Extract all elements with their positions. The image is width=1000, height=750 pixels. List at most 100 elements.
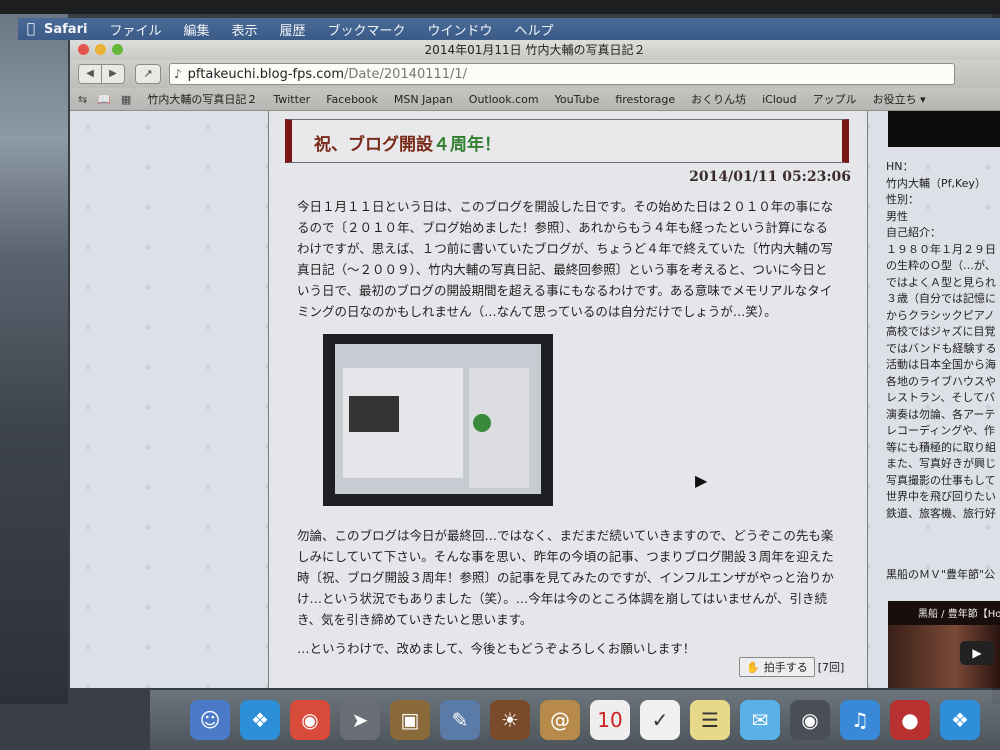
favicon-music-note-icon: ♪ (174, 67, 182, 81)
profile-line: 男性 (886, 209, 908, 223)
profile-line: 等にも積極的に取り組 (886, 440, 996, 454)
bookmark-item[interactable]: iCloud (762, 93, 796, 106)
profile-line: ではよくＡ型と見られ (886, 275, 996, 289)
profile-line: 活動は日本全国から海 (886, 358, 996, 371)
bookmark-folder[interactable]: お役立ち ▾ (873, 91, 926, 107)
profile-line: 演奏は勿論、各アーテ (886, 407, 996, 421)
profile-text: HN： 竹内大輔（Pf,Key） 性別： 男性 自己紹介： １９８０年１月２９日 の生粋のＯ… (886, 159, 1000, 522)
notes-icon[interactable]: ☰ (690, 700, 730, 740)
back-button[interactable]: ◀ (79, 65, 101, 83)
preview-icon[interactable]: ✎ (440, 700, 480, 740)
mouse-pointer-icon: ▶ (695, 471, 708, 490)
bookmark-item[interactable]: MSN Japan (394, 93, 453, 106)
chrome-icon[interactable]: ◉ (290, 700, 330, 740)
profile-sidebar: HN： 竹内大輔（Pf,Key） 性別： 男性 自己紹介： １９８０年１月２９日 の生粋のＯ… (878, 111, 1000, 688)
url-path: /Date/20140111/1/ (344, 66, 468, 82)
finder-icon[interactable]: ☺ (190, 700, 230, 740)
safari-compass-icon[interactable]: ❖ (240, 700, 280, 740)
bookmark-item[interactable]: Facebook (326, 93, 378, 106)
traffic-lights (78, 44, 123, 55)
photo-bezel (0, 0, 1000, 14)
address-bar[interactable]: ♪ pftakeuchi.blog-fps.com/Date/20140111/… (169, 63, 955, 85)
post-title[interactable]: 祝、ブログ開設４周年！ (314, 130, 501, 155)
forward-button[interactable]: ▶ (101, 65, 124, 83)
iphoto-icon[interactable]: ☀ (490, 700, 530, 740)
menu-file[interactable]: ファイル (109, 20, 161, 39)
profile-line: 竹内大輔（Pf,Key） (886, 176, 986, 190)
bookmarks-book-icon[interactable]: 📖 (97, 93, 111, 106)
share-button[interactable]: ↗ (135, 64, 161, 84)
title-bar: 2014年01月11日 竹内大輔の写真日記２ (70, 40, 1000, 60)
url-host: pftakeuchi.blog-fps.com (187, 66, 345, 82)
reading-list-icon[interactable]: ⇆ (78, 93, 87, 106)
post-title-box: 祝、ブログ開設４周年！ (285, 119, 849, 163)
reminders-icon[interactable]: ✓ (640, 700, 680, 740)
profile-line: 高校ではジャズに目覚 (886, 325, 996, 338)
facetime-icon[interactable]: ◉ (790, 700, 830, 740)
photo-browser-icon[interactable]: ▣ (390, 700, 430, 740)
menu-view[interactable]: 表示 (231, 20, 257, 39)
menu-bookmarks[interactable]: ブックマーク (328, 20, 406, 39)
profile-line: 性別： (886, 193, 919, 206)
close-window-button[interactable] (78, 44, 89, 55)
clap-label: 拍手する (763, 661, 808, 674)
calendar-icon[interactable]: 10 (590, 700, 630, 740)
photo-green-circle (473, 414, 491, 432)
menu-bar:  Safari ファイル 編集 表示 履歴 ブックマーク ウインドウ ヘルプ (18, 18, 1000, 40)
bookmarks-bar: ⇆ 📖 ▦ 竹内大輔の写真日記２ Twitter Facebook MSN Ja… (70, 88, 1000, 111)
post-title-main: 祝、ブログ開設 (314, 135, 433, 155)
menu-edit[interactable]: 編集 (183, 20, 209, 39)
background-wall (0, 14, 68, 704)
web-page: 祝、ブログ開設４周年！ 2014/01/11 05:23:06 今日１月１１日と… (70, 111, 1000, 688)
post-paragraph: 勿論、このブログは今日が最終回…ではなく、まだまだ続いていきますので、どうぞこの… (297, 528, 834, 627)
bookmark-item[interactable]: firestorage (615, 93, 675, 106)
post-date: 2014/01/11 05:23:06 (689, 169, 851, 185)
profile-line: 鉄道、旅客機、旅行好 (886, 506, 996, 520)
photo-mini-image (349, 396, 399, 432)
photo-booth-icon[interactable]: ● (890, 700, 930, 740)
window-title: 2014年01月11日 竹内大輔の写真日記２ (424, 43, 646, 57)
top-sites-grid-icon[interactable]: ▦ (121, 93, 131, 106)
profile-line: 世界中を飛び回りたい (886, 490, 996, 503)
itunes-icon[interactable]: ♫ (840, 700, 880, 740)
profile-line: 自己紹介： (886, 226, 941, 239)
profile-line: 各地のライブハウスや (886, 374, 996, 388)
bookmark-item[interactable]: Twitter (273, 93, 310, 106)
clap-button[interactable]: ✋ 拍手する (739, 657, 815, 677)
profile-line: の生粋のＯ型（…が、 (886, 259, 996, 272)
profile-line: ではバンドも経験する (886, 341, 997, 355)
bookmark-item[interactable]: Outlook.com (469, 93, 539, 106)
launchpad-rocket-icon[interactable]: ➤ (340, 700, 380, 740)
menu-safari[interactable]: Safari (44, 22, 87, 37)
messages-icon[interactable]: ✉ (740, 700, 780, 740)
youtube-embed[interactable]: 黒船 / 豊年節【Ho ▶ (888, 601, 1000, 688)
profile-line: ３歳（自分では記憶に (886, 292, 996, 305)
post-photo[interactable] (323, 334, 553, 506)
clap-count: [7回] (817, 661, 845, 674)
apple-menu-icon[interactable]:  (18, 21, 44, 37)
safari-compass-icon[interactable]: ❖ (940, 700, 980, 740)
toolbar: ◀ ▶ ↗ ♪ pftakeuchi.blog-fps.com/Date/201… (70, 60, 1000, 88)
bookmark-item[interactable]: 竹内大輔の写真日記２ (147, 91, 257, 107)
profile-line: レコーディングや、作 (886, 424, 995, 437)
bookmark-item[interactable]: おくりん坊 (691, 91, 746, 107)
blog-post-column: 祝、ブログ開設４周年！ 2014/01/11 05:23:06 今日１月１１日と… (268, 111, 868, 688)
bookmark-tools: ⇆ 📖 ▦ (78, 93, 131, 106)
profile-line: 写真撮影の仕事もして (886, 473, 996, 487)
mv-label: 黒船のＭＶ"豊年節"公 (886, 568, 996, 581)
play-icon[interactable]: ▶ (960, 641, 994, 665)
menu-window[interactable]: ウインドウ (428, 20, 493, 39)
profile-line: １９８０年１月２９日 (886, 242, 996, 256)
address-book-icon[interactable]: @ (540, 700, 580, 740)
menu-history[interactable]: 履歴 (279, 20, 305, 39)
profile-line: また、写真好きが興じ (886, 457, 996, 470)
zoom-window-button[interactable] (112, 44, 123, 55)
clapping-hands-icon: ✋ (746, 661, 760, 674)
menu-help[interactable]: ヘルプ (515, 20, 554, 39)
post-paragraph: …というわけで、改めまして、今後ともどうぞよろしくお願いします！ (297, 641, 696, 656)
bookmark-item[interactable]: アップル (813, 91, 857, 107)
profile-line: レストラン、そしてバ (886, 391, 996, 404)
sidebar-banner (888, 111, 1000, 147)
bookmark-item[interactable]: YouTube (555, 93, 600, 106)
minimize-window-button[interactable] (95, 44, 106, 55)
